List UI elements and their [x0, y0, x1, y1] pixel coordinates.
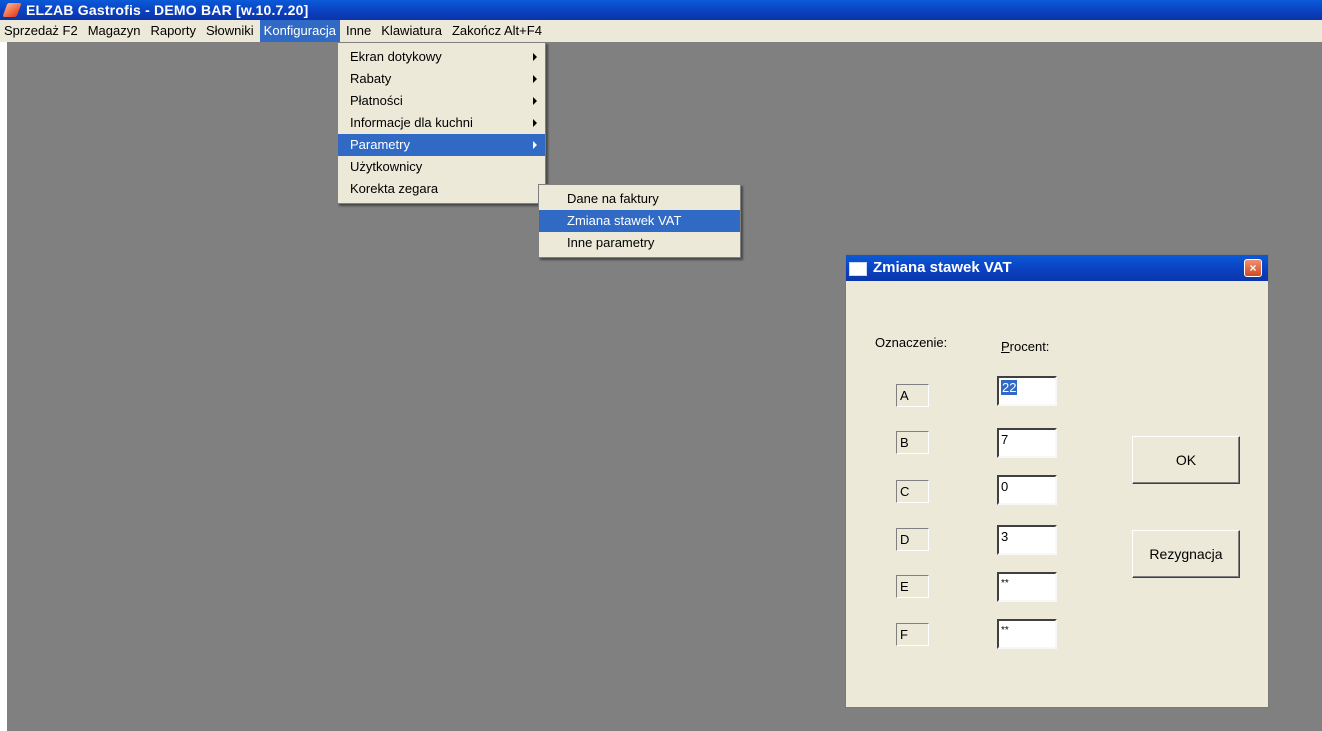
menu-magazyn[interactable]: Magazyn — [84, 20, 145, 42]
elzab-app-icon — [3, 2, 21, 18]
menu-item-label: Płatności — [350, 93, 403, 108]
submenu-arrow-icon — [533, 141, 537, 149]
menu-item-label: Użytkownicy — [350, 159, 423, 174]
menu-item-dane-na-faktury[interactable]: Dane na faktury — [539, 188, 740, 210]
vat-percent-a-input[interactable]: 22 — [997, 376, 1057, 406]
percent-label-rest: rocent: — [1009, 339, 1050, 354]
menu-item-zmiana-stawek-vat[interactable]: Zmiana stawek VAT — [539, 210, 740, 232]
menu-item-label: Inne parametry — [567, 235, 655, 250]
vat-code-a: A — [896, 384, 929, 407]
vat-code-c: C — [896, 480, 929, 503]
close-icon[interactable]: × — [1244, 259, 1262, 277]
vat-percent-e-input[interactable]: ** — [997, 572, 1057, 602]
menubar: Sprzedaż F2 Magazyn Raporty Słowniki Kon… — [0, 20, 1322, 42]
menu-item-rabaty[interactable]: Rabaty — [338, 68, 545, 90]
menu-konfiguracja[interactable]: Konfiguracja — [259, 20, 340, 42]
menu-item-label: Rabaty — [350, 71, 392, 86]
menu-item-label: Korekta zegara — [350, 181, 439, 196]
menu-item-korekta-zegara[interactable]: Korekta zegara — [338, 178, 545, 200]
vat-percent-c-input[interactable]: 0 — [997, 475, 1057, 505]
selected-text: 22 — [1001, 380, 1018, 395]
percent-column-label: Procent: — [1001, 339, 1049, 354]
dialog-title: Zmiana stawek VAT — [873, 259, 1012, 276]
menu-item-label: Parametry — [350, 137, 410, 152]
submenu-arrow-icon — [533, 75, 537, 83]
ok-button[interactable]: OK — [1132, 436, 1240, 484]
menu-item-label: Zmiana stawek VAT — [567, 213, 682, 228]
menu-item-label: Informacje dla kuchni — [350, 115, 473, 130]
submenu-arrow-icon — [533, 97, 537, 105]
menu-item-informacje-dla-kuchni[interactable]: Informacje dla kuchni — [338, 112, 545, 134]
window-titlebar: ELZAB Gastrofis - DEMO BAR [w.10.7.20] — [0, 0, 1322, 20]
window-title: ELZAB Gastrofis - DEMO BAR [w.10.7.20] — [26, 2, 309, 18]
vat-code-b: B — [896, 431, 929, 454]
vat-code-e: E — [896, 575, 929, 598]
menu-raporty[interactable]: Raporty — [146, 20, 200, 42]
menu-zakoncz[interactable]: Zakończ Alt+F4 — [448, 20, 546, 42]
menu-item-uzytkownicy[interactable]: Użytkownicy — [338, 156, 545, 178]
vat-percent-f-input[interactable]: ** — [997, 619, 1057, 649]
window-icon — [849, 262, 867, 276]
vat-percent-d-input[interactable]: 3 — [997, 525, 1057, 555]
dialog-titlebar[interactable]: Zmiana stawek VAT × — [846, 255, 1268, 281]
vat-rates-dialog: Zmiana stawek VAT × Oznaczenie: Procent:… — [845, 254, 1269, 708]
menu-item-label: Dane na faktury — [567, 191, 659, 206]
submenu-arrow-icon — [533, 53, 537, 61]
menu-item-ekran-dotykowy[interactable]: Ekran dotykowy — [338, 46, 545, 68]
menu-item-parametry[interactable]: Parametry — [338, 134, 545, 156]
menu-sprzedaz[interactable]: Sprzedaż F2 — [0, 20, 82, 42]
vat-code-f: F — [896, 623, 929, 646]
submenu-arrow-icon — [533, 119, 537, 127]
percent-label-accelerator: P — [1001, 339, 1010, 354]
code-column-label: Oznaczenie: — [875, 335, 948, 350]
rezygnacja-button[interactable]: Rezygnacja — [1132, 530, 1240, 578]
vat-percent-b-input[interactable]: 7 — [997, 428, 1057, 458]
menu-inne[interactable]: Inne — [342, 20, 375, 42]
menu-item-platnosci[interactable]: Płatności — [338, 90, 545, 112]
menu-klawiatura[interactable]: Klawiatura — [377, 20, 446, 42]
menu-slowniki[interactable]: Słowniki — [202, 20, 258, 42]
konfiguracja-dropdown: Ekran dotykowy Rabaty Płatności Informac… — [337, 42, 546, 204]
vat-code-d: D — [896, 528, 929, 551]
menu-item-label: Ekran dotykowy — [350, 49, 442, 64]
menu-item-inne-parametry[interactable]: Inne parametry — [539, 232, 740, 254]
parametry-submenu: Dane na faktury Zmiana stawek VAT Inne p… — [538, 184, 741, 258]
